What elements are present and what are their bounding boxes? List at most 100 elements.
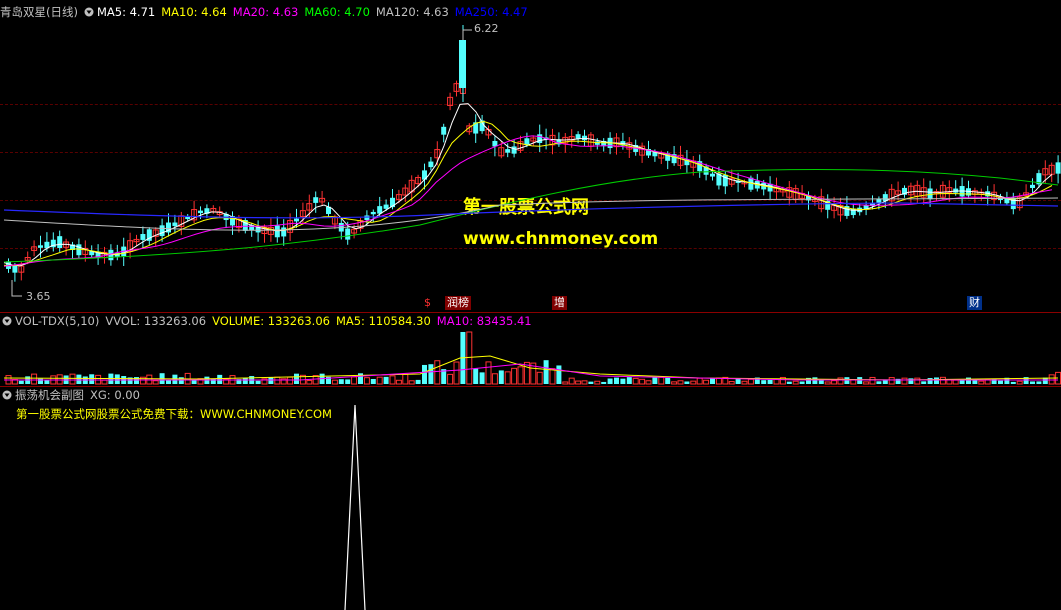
volume-bar-down bbox=[18, 380, 24, 384]
volume-bar-up bbox=[453, 361, 460, 385]
volume-bar-down bbox=[614, 377, 619, 384]
volume-bar-down bbox=[966, 377, 971, 384]
candle-down bbox=[274, 225, 280, 238]
volume-bar-up bbox=[491, 373, 498, 385]
candle-down bbox=[281, 227, 287, 237]
volume-bar-up bbox=[728, 381, 735, 385]
volume-bar-up bbox=[747, 378, 754, 385]
ma5-line bbox=[3, 103, 1053, 267]
candle-down bbox=[582, 135, 587, 141]
volume-bar-down bbox=[383, 376, 389, 384]
volume-bar-up bbox=[690, 380, 697, 385]
volume-bar-down bbox=[345, 379, 351, 384]
volume-bar-down bbox=[89, 374, 95, 384]
volume-bar-up bbox=[395, 379, 402, 385]
ma20-line bbox=[3, 135, 1053, 267]
volume-bar-up bbox=[536, 371, 543, 385]
high-pointer bbox=[462, 29, 472, 40]
volume-bar-down bbox=[607, 378, 613, 384]
volume-bar-up bbox=[331, 379, 338, 385]
candle-down bbox=[1030, 184, 1035, 188]
candle-down bbox=[1055, 162, 1061, 174]
volume-bar-up bbox=[952, 379, 959, 385]
volume-bar-up bbox=[466, 331, 473, 385]
volume-bar-up bbox=[632, 377, 639, 385]
candle-down bbox=[140, 234, 146, 240]
candle-down bbox=[505, 149, 511, 153]
volume-bar-down bbox=[479, 372, 485, 384]
low-pointer bbox=[11, 280, 22, 297]
volume-bar-up bbox=[549, 368, 556, 385]
chart-canvas[interactable] bbox=[0, 0, 1061, 610]
volume-bar-up bbox=[939, 376, 946, 385]
volume-bar-up bbox=[69, 373, 76, 385]
volume-bar-down bbox=[786, 381, 792, 384]
volume-bar-up bbox=[1016, 380, 1023, 385]
volume-bar-up bbox=[562, 381, 569, 385]
candle-down bbox=[370, 211, 376, 215]
volume-bar-up bbox=[658, 376, 665, 385]
volume-bar-up bbox=[978, 380, 985, 385]
volume-bar-up bbox=[152, 380, 159, 385]
volume-bar-up bbox=[831, 380, 838, 385]
volume-bar-up bbox=[363, 377, 370, 385]
volume-bar-up bbox=[645, 380, 652, 385]
volume-bar-down bbox=[1010, 381, 1016, 384]
volume-bar-up bbox=[101, 379, 108, 385]
volume-bar-down bbox=[498, 370, 504, 384]
volume-bar-up bbox=[434, 360, 441, 385]
volume-bar-down bbox=[761, 380, 767, 384]
volume-bar-up bbox=[504, 371, 511, 385]
volume-bar-up bbox=[594, 380, 601, 385]
volume-bar-up bbox=[741, 380, 748, 385]
candle-down bbox=[172, 222, 178, 227]
volume-bar-up bbox=[639, 378, 646, 385]
volume-bar-down bbox=[927, 378, 933, 384]
candle-down bbox=[594, 141, 600, 145]
candle-down bbox=[441, 126, 447, 135]
volume-bar-down bbox=[76, 374, 82, 384]
volume-bar-up bbox=[517, 366, 524, 385]
volume-bar-down bbox=[415, 379, 421, 384]
candle-down bbox=[428, 161, 434, 168]
candle-down bbox=[313, 197, 319, 203]
volume-bar-up bbox=[287, 376, 294, 385]
volume-bar-down bbox=[166, 380, 171, 384]
volume-bar-down bbox=[114, 374, 120, 384]
candle-down bbox=[57, 236, 63, 249]
volume-bar-up bbox=[696, 377, 703, 385]
oscillator-signal-line bbox=[344, 404, 366, 610]
volume-bar-up bbox=[511, 367, 518, 385]
volume-bar-down bbox=[908, 378, 914, 384]
candle-down bbox=[459, 40, 466, 88]
volume-bar-up bbox=[671, 381, 678, 385]
volume-bar-up bbox=[306, 380, 313, 385]
volume-bar-down bbox=[601, 381, 607, 384]
volume-bar-down bbox=[422, 364, 427, 384]
volume-bar-down bbox=[857, 377, 863, 384]
volume-bar-up bbox=[485, 361, 492, 385]
volume-bar-down bbox=[1036, 381, 1042, 384]
volume-bar-up bbox=[581, 380, 588, 385]
volume-bar-down bbox=[428, 364, 434, 384]
volume-bar-up bbox=[946, 379, 953, 385]
volume-bar-down bbox=[473, 368, 479, 384]
volume-bar-down bbox=[684, 381, 690, 384]
candle-down bbox=[364, 215, 370, 220]
volume-bar-down bbox=[799, 381, 805, 384]
volume-bar-down bbox=[934, 377, 939, 384]
volume-bar-down bbox=[710, 378, 715, 384]
volume-bar-up bbox=[575, 380, 582, 385]
volume-bar-down bbox=[38, 378, 43, 384]
candle-down bbox=[511, 146, 517, 154]
volume-bar-up bbox=[677, 380, 684, 385]
volume-bar-down bbox=[178, 377, 184, 384]
volume-bar-up bbox=[901, 377, 908, 385]
volume-bar-up bbox=[792, 380, 799, 385]
volume-bar-down bbox=[191, 380, 197, 384]
volume-bar-up bbox=[408, 380, 415, 385]
volume-bar-up bbox=[914, 377, 921, 385]
volume-bar-down bbox=[543, 360, 549, 384]
volume-bar-down bbox=[998, 380, 1003, 384]
volume-bar-up bbox=[1048, 374, 1055, 385]
